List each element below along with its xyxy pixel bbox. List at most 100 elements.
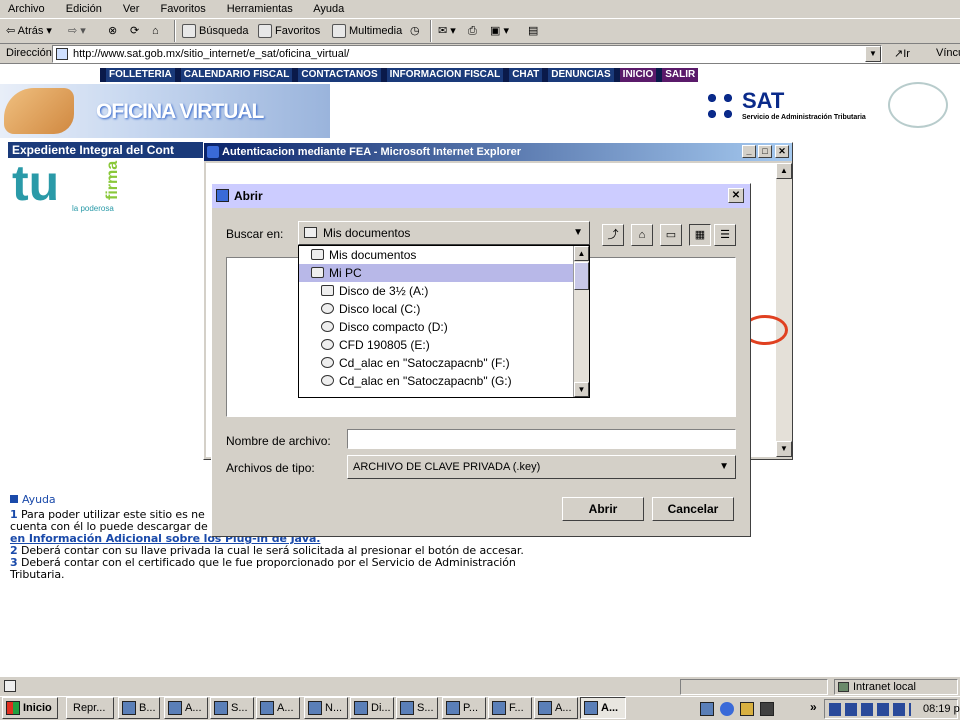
- media-icon[interactable]: [760, 702, 774, 716]
- nav-contactanos[interactable]: CONTACTANOS: [292, 68, 380, 82]
- close-button[interactable]: ✕: [775, 145, 789, 158]
- dropdown-item-drive-a[interactable]: Disco de 3½ (A:): [299, 282, 589, 300]
- tray-expand-icon[interactable]: »: [810, 700, 817, 714]
- look-in-dropdown-list[interactable]: Mis documentos Mi PC Disco de 3½ (A:) Di…: [298, 245, 590, 398]
- auth-window-scrollbar[interactable]: ▲ ▼: [776, 163, 792, 457]
- search-icon: [182, 24, 196, 39]
- taskbar-item-4[interactable]: S...: [210, 697, 254, 719]
- folder-icon: [311, 249, 324, 260]
- search-button[interactable]: Búsqueda: [182, 22, 249, 40]
- home-icon[interactable]: ⌂: [152, 22, 159, 40]
- filetype-select[interactable]: ARCHIVO DE CLAVE PRIVADA (.key) ▼: [347, 455, 736, 479]
- nav-chat[interactable]: CHAT: [503, 68, 542, 82]
- taskbar-item-9[interactable]: P...: [442, 697, 486, 719]
- menu-archivo[interactable]: Archivo: [8, 3, 45, 15]
- nav-folleteria[interactable]: FOLLETERIA: [100, 68, 175, 82]
- grid-view-icon: ▦: [694, 229, 706, 241]
- discuss-icon[interactable]: ▤: [528, 22, 538, 40]
- dropdown-item-drive-e[interactable]: CFD 190805 (E:): [299, 336, 589, 354]
- system-tray: 08:19 p: [824, 699, 960, 719]
- clock[interactable]: 08:19 p: [923, 703, 960, 715]
- details-view-icon: ☰: [720, 229, 730, 241]
- cancel-button[interactable]: Cancelar: [652, 497, 734, 521]
- address-dropdown-icon[interactable]: ▼: [865, 46, 881, 62]
- taskbar-item-1[interactable]: Repr...: [66, 697, 114, 719]
- minimize-button[interactable]: _: [742, 145, 756, 158]
- desktop-icon[interactable]: [700, 702, 714, 716]
- outlook-icon[interactable]: [740, 702, 754, 716]
- maximize-button[interactable]: □: [758, 145, 772, 158]
- auth-window-titlebar: Autenticacion mediante FEA - Microsoft I…: [204, 143, 792, 161]
- nav-inicio[interactable]: INICIO: [613, 68, 657, 82]
- mail-icon[interactable]: ✉ ▾: [438, 22, 456, 40]
- taskbar-item-5[interactable]: A...: [256, 697, 300, 719]
- dropdown-item-mis-documentos[interactable]: Mis documentos: [299, 246, 589, 264]
- banner-title: OFICINA VIRTUAL: [96, 100, 264, 123]
- menu-bar: Archivo Edición Ver Favoritos Herramient…: [0, 0, 960, 18]
- menu-herramientas[interactable]: Herramientas: [227, 3, 293, 15]
- taskbar-item-3[interactable]: A...: [164, 697, 208, 719]
- desktop-button[interactable]: ⌂: [631, 224, 653, 246]
- taskbar-item-8[interactable]: S...: [396, 697, 438, 719]
- cd-drive-icon: [321, 321, 334, 332]
- page-icon: [56, 48, 68, 60]
- menu-favoritos[interactable]: Favoritos: [160, 3, 205, 15]
- history-icon[interactable]: ◷: [410, 22, 420, 40]
- cd-drive-icon: [321, 339, 334, 350]
- nav-denuncias[interactable]: DENUNCIAS: [542, 68, 613, 82]
- look-in-combo[interactable]: Mis documentos ▼: [298, 221, 590, 245]
- new-folder-button[interactable]: ▭: [660, 224, 682, 246]
- filetype-label: Archivos de tipo:: [226, 461, 315, 475]
- taskbar-item-10[interactable]: F...: [488, 697, 532, 719]
- start-button[interactable]: Inicio: [2, 697, 58, 719]
- favorites-button[interactable]: Favoritos: [258, 22, 320, 40]
- dropdown-item-drive-d[interactable]: Disco compacto (D:): [299, 318, 589, 336]
- print-icon[interactable]: ⎙: [468, 22, 477, 40]
- open-button[interactable]: Abrir: [562, 497, 644, 521]
- go-button[interactable]: ↗Ir: [894, 47, 910, 60]
- nav-salir[interactable]: SALIR: [656, 68, 699, 82]
- back-button[interactable]: ⇦ Atrás ▾: [6, 22, 52, 40]
- nav-calendario[interactable]: CALENDARIO FISCAL: [174, 68, 293, 82]
- address-input[interactable]: http://www.sat.gob.mx/sitio_internet/e_s…: [52, 45, 882, 63]
- taskbar-item-6[interactable]: N...: [304, 697, 348, 719]
- multimedia-button[interactable]: Multimedia: [332, 22, 402, 40]
- floppy-icon: [321, 285, 334, 296]
- favorites-icon: [258, 24, 272, 39]
- menu-ayuda[interactable]: Ayuda: [313, 3, 344, 15]
- dialog-close-button[interactable]: ✕: [728, 188, 744, 203]
- intranet-zone: Intranet local: [834, 679, 958, 695]
- nav-informacion[interactable]: INFORMACION FISCAL: [380, 68, 504, 82]
- home-folder-icon: ⌂: [638, 229, 646, 241]
- scroll-down-icon[interactable]: ▼: [574, 382, 589, 397]
- refresh-icon[interactable]: ⟳: [130, 22, 139, 40]
- ie-icon[interactable]: [720, 702, 734, 716]
- menu-edicion[interactable]: Edición: [66, 3, 102, 15]
- up-folder-icon: ⤴: [607, 229, 619, 241]
- edit-icon[interactable]: ▣ ▾: [490, 22, 509, 40]
- taskbar-item-2[interactable]: B...: [118, 697, 160, 719]
- dropdown-item-drive-g[interactable]: Cd_alac en "Satoczapacnb" (G:): [299, 372, 589, 390]
- help-bullet-icon: [10, 495, 18, 503]
- scroll-thumb[interactable]: [574, 262, 589, 290]
- stop-icon[interactable]: ⊗: [108, 22, 117, 40]
- dropdown-scrollbar[interactable]: ▲ ▼: [573, 246, 589, 397]
- dropdown-item-drive-c[interactable]: Disco local (C:): [299, 300, 589, 318]
- links-label[interactable]: Vínculos: [936, 47, 960, 59]
- details-view-button[interactable]: ☰: [714, 224, 736, 246]
- dropdown-item-drive-f[interactable]: Cd_alac en "Satoczapacnb" (F:): [299, 354, 589, 372]
- filename-input[interactable]: [347, 429, 736, 449]
- hand-icon: [4, 88, 74, 134]
- network-drive-icon: [321, 375, 334, 386]
- up-folder-button[interactable]: ⤴: [602, 224, 624, 246]
- taskbar-item-11[interactable]: A...: [534, 697, 578, 719]
- dropdown-item-mi-pc[interactable]: Mi PC: [299, 264, 589, 282]
- forward-button[interactable]: ⇨ ▾: [68, 22, 86, 40]
- folder-icon: [304, 227, 317, 238]
- taskbar-item-12[interactable]: A...: [580, 697, 626, 719]
- menu-ver[interactable]: Ver: [123, 3, 140, 15]
- taskbar-item-7[interactable]: Di...: [350, 697, 394, 719]
- list-view-button[interactable]: ▦: [689, 224, 711, 246]
- tray-icons[interactable]: [829, 703, 911, 716]
- scroll-up-icon[interactable]: ▲: [574, 246, 589, 261]
